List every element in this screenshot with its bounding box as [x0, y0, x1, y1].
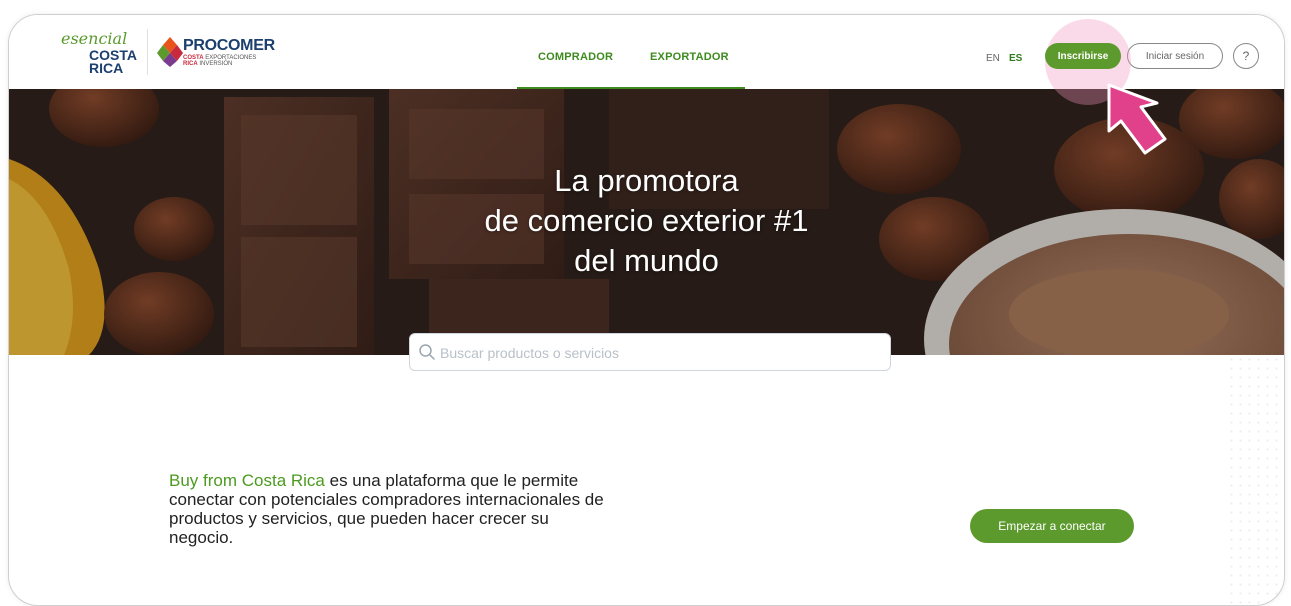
procomer-sub3: RICA — [183, 61, 198, 67]
help-button[interactable]: ? — [1233, 43, 1259, 69]
hero-banner: La promotora de comercio exterior #1 del… — [9, 89, 1284, 355]
esencial-costa-rica-text: COSTA RICA — [89, 48, 137, 76]
hero-title-line3: del mundo — [574, 243, 719, 278]
esencial-script-text: esencial — [61, 29, 128, 48]
hero-title-line2: de comercio exterior #1 — [484, 203, 809, 238]
lang-en[interactable]: EN — [986, 53, 1000, 64]
procomer-sub4: INVERSIÓN — [199, 61, 233, 67]
decorative-dot-pattern — [1227, 355, 1284, 605]
intro-accent: Buy from Costa Rica — [169, 471, 325, 490]
search-bar[interactable] — [409, 333, 891, 372]
nav-comprador[interactable]: COMPRADOR — [538, 51, 613, 63]
search-input[interactable] — [438, 334, 882, 372]
procomer-name: PROCOMER — [183, 37, 275, 54]
procomer-tagline: COSTA EXPORTACIONES RICA INVERSIÓN — [183, 55, 256, 67]
browser-frame: esencial COSTA RICA PROCOMER COSTA EXPOR… — [8, 14, 1285, 606]
start-connecting-button[interactable]: Empezar a conectar — [970, 509, 1134, 543]
esencial-costa-rica-logo[interactable]: esencial COSTA RICA — [57, 29, 153, 79]
lang-es[interactable]: ES — [1009, 53, 1022, 64]
site-header: esencial COSTA RICA PROCOMER COSTA EXPOR… — [9, 15, 1284, 105]
login-button[interactable]: Iniciar sesión — [1127, 43, 1223, 69]
search-icon — [419, 344, 435, 360]
signup-button[interactable]: Inscribirse — [1045, 43, 1121, 69]
procomer-diamond-icon — [157, 37, 183, 67]
logo-divider — [147, 29, 148, 75]
esencial-line2: RICA — [89, 60, 124, 76]
intro-description: Buy from Costa Rica es una plataforma qu… — [169, 471, 609, 547]
nav-exportador[interactable]: EXPORTADOR — [650, 51, 729, 63]
hero-title-line1: La promotora — [554, 163, 739, 198]
procomer-logo[interactable]: PROCOMER COSTA EXPORTACIONES RICA INVERS… — [157, 37, 287, 77]
pointer-cursor-icon — [1107, 83, 1167, 155]
hero-title: La promotora de comercio exterior #1 del… — [9, 161, 1284, 281]
